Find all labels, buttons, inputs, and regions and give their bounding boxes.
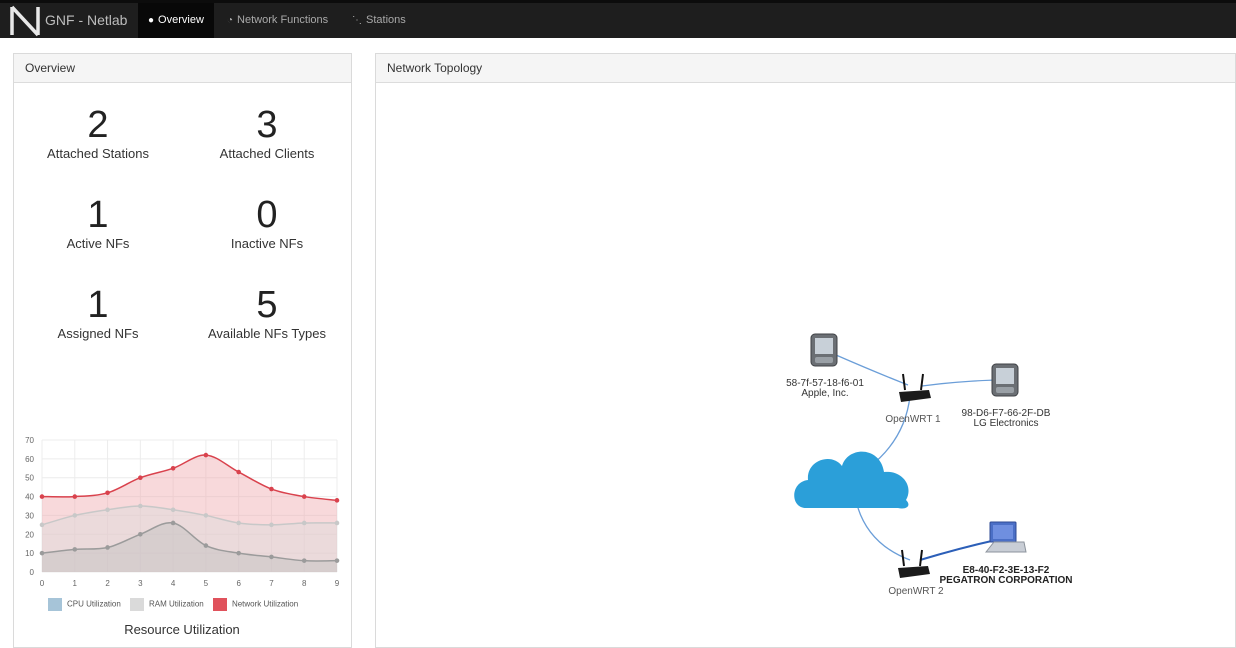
router-2-label: OpenWRT 2: [888, 586, 944, 597]
station-2-pda-icon[interactable]: [991, 363, 1019, 397]
client-vendor: PEGATRON CORPORATION: [940, 575, 1073, 586]
topology-graph: 58-7f-57-18-f6-01 Apple, Inc. OpenWRT 1 …: [786, 333, 1073, 597]
station-1-pda-icon[interactable]: [810, 333, 838, 367]
cloud-icon[interactable]: [794, 451, 909, 509]
station-2-vendor: LG Electronics: [973, 418, 1038, 429]
edge-router1-station2: [921, 379, 997, 387]
router-2-icon[interactable]: [898, 549, 930, 578]
router-1-label: OpenWRT 1: [885, 414, 941, 425]
edge-router2-client: [919, 539, 997, 561]
client-laptop-icon[interactable]: [984, 521, 1027, 553]
station-1-vendor: Apple, Inc.: [801, 388, 848, 399]
router-1-icon[interactable]: [899, 373, 931, 402]
